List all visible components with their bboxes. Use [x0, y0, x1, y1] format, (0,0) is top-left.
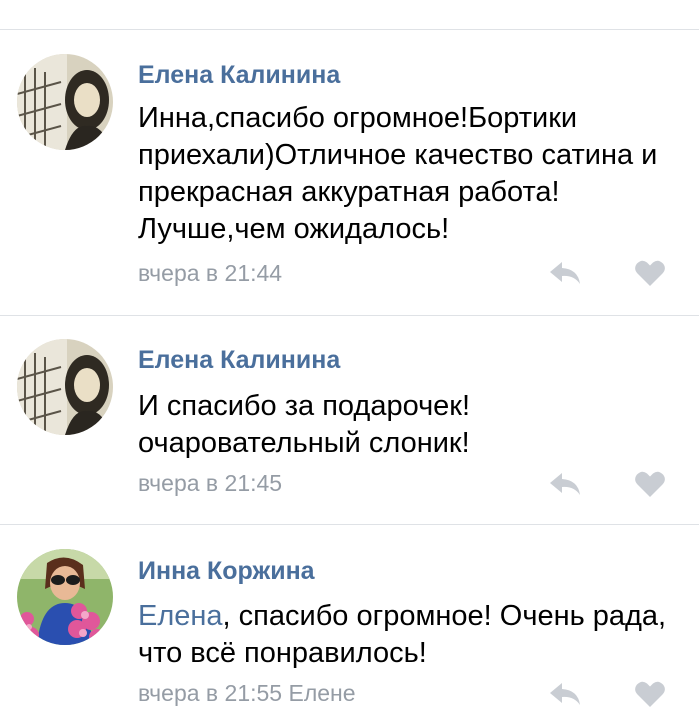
- comment-text: И спасибо за подарочек! очаровательный с…: [138, 390, 471, 459]
- avatar[interactable]: [17, 549, 113, 645]
- previous-comment-actions-stub: [140, 0, 200, 2]
- reply-icon[interactable]: [548, 260, 582, 286]
- avatar[interactable]: [17, 54, 113, 150]
- comment-item: Инна Коржина Елена, спасибо огромное! Оч…: [0, 525, 699, 726]
- comment-text: Инна,спасибо огромное!Бортики приехали)О…: [138, 102, 658, 245]
- heart-icon[interactable]: [634, 470, 666, 498]
- mention-link[interactable]: Елена: [138, 600, 223, 632]
- comment-text: Елена, спасибо огромное! Очень рада, что…: [138, 598, 678, 672]
- comment-item: Елена Калинина И спасибо за подарочек! о…: [0, 316, 699, 524]
- comment-item: Елена Калинина Инна,спасибо огромное!Бор…: [0, 30, 699, 315]
- author-name[interactable]: Елена Калинина: [138, 346, 340, 375]
- author-name[interactable]: Инна Коржина: [138, 557, 315, 586]
- avatar[interactable]: [17, 339, 113, 435]
- heart-icon[interactable]: [634, 259, 666, 287]
- heart-icon[interactable]: [634, 680, 666, 708]
- comment-timestamp: вчера в 21:55 Елене: [138, 680, 356, 706]
- reply-icon[interactable]: [548, 681, 582, 707]
- comment-timestamp: вчера в 21:45: [138, 470, 283, 496]
- reply-icon[interactable]: [548, 471, 582, 497]
- comments-feed: Елена Калинина Инна,спасибо огромное!Бор…: [0, 0, 699, 726]
- comment-timestamp: вчера в 21:44: [138, 260, 283, 286]
- author-name[interactable]: Елена Калинина: [138, 61, 340, 90]
